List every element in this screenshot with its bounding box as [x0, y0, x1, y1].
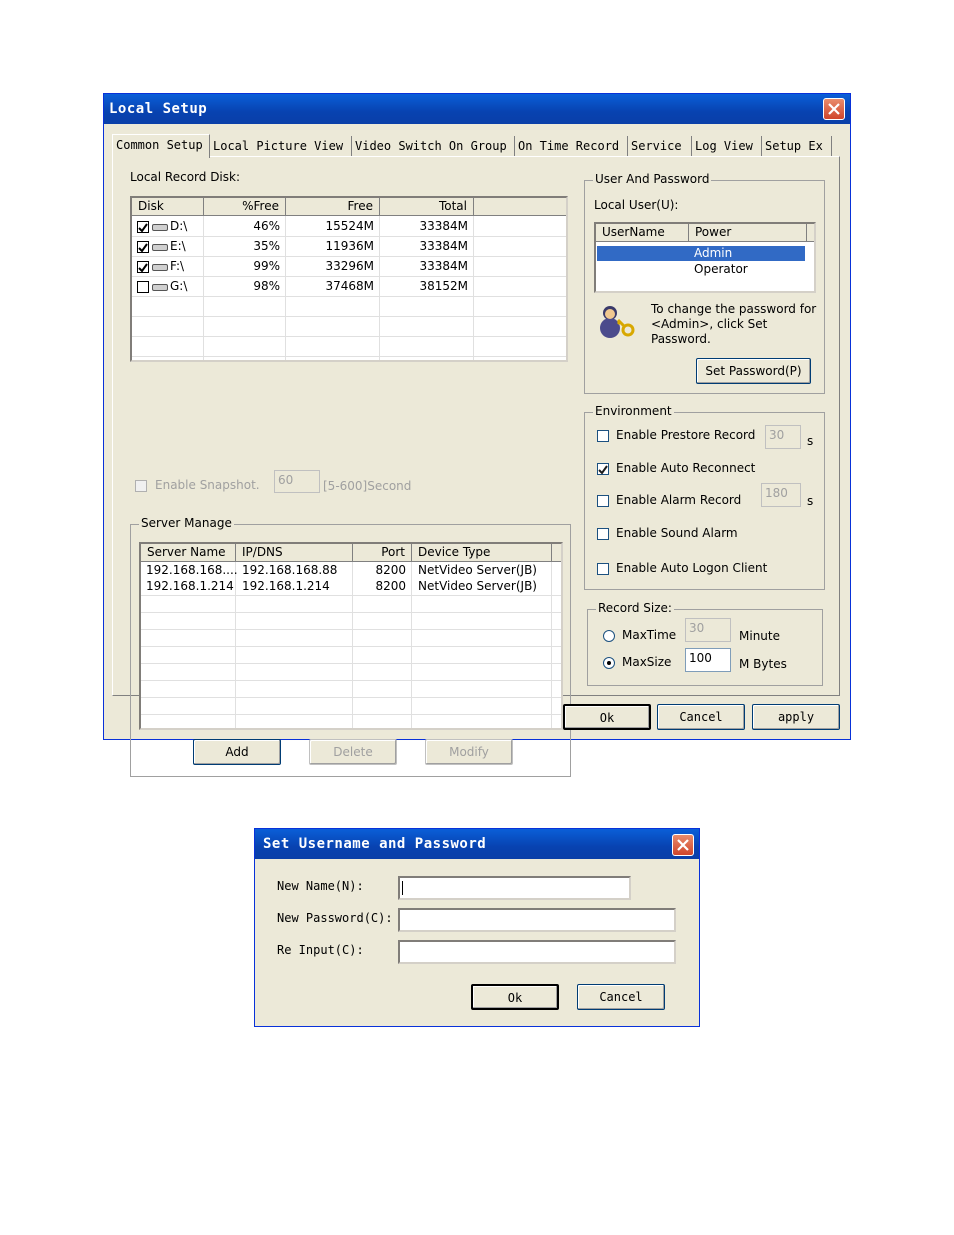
tab-setup-ex[interactable]: Setup Ex — [762, 136, 832, 156]
record-size-label: Record Size: — [596, 601, 674, 615]
local-user-label: Local User(U): — [594, 198, 679, 212]
user-password-group: User And Password Local User(U): UserNam… — [584, 172, 825, 394]
close-icon[interactable] — [823, 98, 845, 120]
enable-sound-alarm-checkbox[interactable] — [597, 528, 609, 540]
server-name-col-header[interactable]: Server Name — [141, 544, 236, 562]
server-list[interactable]: Server Name IP/DNS Port Device Type 192.… — [139, 542, 563, 730]
ok-button[interactable]: Ok — [471, 984, 559, 1010]
username-col-header[interactable]: UserName — [596, 224, 689, 242]
snapshot-seconds-input[interactable]: 60 — [274, 470, 320, 493]
disk-col-header[interactable]: Disk — [132, 198, 204, 216]
device-type-col-header[interactable]: Device Type — [412, 544, 552, 562]
server-manage-label: Server Manage — [139, 516, 234, 530]
new-name-input[interactable] — [398, 876, 631, 900]
alarm-record-seconds-input[interactable]: 180 — [761, 483, 801, 507]
alarm-record-unit-label: s — [807, 494, 814, 508]
users-key-icon — [598, 304, 638, 340]
power-col-header[interactable]: Power — [689, 224, 807, 242]
new-password-label: New Password(C): — [277, 911, 393, 925]
port-col-header[interactable]: Port — [353, 544, 412, 562]
tab-service[interactable]: Service — [628, 136, 692, 156]
close-icon[interactable] — [672, 834, 694, 856]
drive-icon — [152, 284, 168, 291]
disk-checkbox-d[interactable] — [137, 221, 149, 233]
add-server-button[interactable]: Add — [193, 739, 281, 765]
tab-on-time-record[interactable]: On Time Record — [515, 136, 628, 156]
user-row-operator[interactable]: Operator — [597, 262, 805, 277]
drive-icon — [152, 264, 168, 271]
enable-auto-logon-checkbox[interactable] — [597, 563, 609, 575]
enable-alarm-record-label: Enable Alarm Record — [616, 493, 742, 507]
maxtime-label: MaxTime — [622, 628, 677, 642]
enable-auto-logon-label: Enable Auto Logon Client — [616, 561, 768, 575]
enable-auto-reconnect-checkbox[interactable] — [597, 463, 609, 475]
record-size-group: Record Size: MaxTime 30 Minute MaxSize 1… — [587, 601, 823, 686]
set-username-password-dialog: Set Username and Password New Name(N): N… — [254, 828, 700, 1027]
maxtime-unit-label: Minute — [739, 629, 780, 643]
dialog-title: Set Username and Password — [263, 836, 487, 852]
free-col-header[interactable]: Free — [286, 198, 380, 216]
drive-icon — [152, 244, 168, 251]
empty-col-header — [807, 224, 814, 242]
enable-snapshot-checkbox[interactable] — [135, 480, 147, 492]
new-name-label: New Name(N): — [277, 879, 364, 893]
tab-panel-common-setup: Local Record Disk: Disk %Free Free Total… — [112, 156, 840, 777]
tab-common-setup[interactable]: Common Setup — [112, 134, 210, 158]
modify-server-button[interactable]: Modify — [425, 739, 513, 765]
prestore-seconds-input[interactable]: 30 — [765, 425, 801, 449]
enable-auto-reconnect-label: Enable Auto Reconnect — [616, 461, 756, 475]
new-password-input[interactable] — [398, 908, 676, 932]
user-row-admin[interactable]: Admin — [597, 246, 805, 261]
server-manage-group: Server Manage Server Name IP/DNS Port De… — [130, 516, 571, 777]
enable-snapshot-label: Enable Snapshot. — [155, 478, 260, 492]
maxtime-radio[interactable] — [603, 630, 615, 642]
maxsize-input[interactable]: 100 — [685, 648, 731, 672]
title-bar: Set Username and Password — [255, 829, 699, 859]
ok-button[interactable]: Ok — [563, 704, 651, 730]
window-title: Local Setup — [109, 101, 208, 117]
tab-log-view[interactable]: Log View — [692, 136, 762, 156]
total-col-header[interactable]: Total — [380, 198, 474, 216]
maxsize-label: MaxSize — [622, 655, 672, 669]
environment-group: Environment Enable Prestore Record 30 s … — [584, 404, 825, 590]
set-password-button[interactable]: Set Password(P) — [696, 358, 811, 384]
ip-dns-col-header[interactable]: IP/DNS — [236, 544, 353, 562]
snapshot-range-label: [5-600]Second — [323, 479, 412, 493]
disk-checkbox-g[interactable] — [137, 281, 149, 293]
delete-server-button[interactable]: Delete — [309, 739, 397, 765]
cancel-button[interactable]: Cancel — [577, 984, 665, 1010]
password-hint-text: To change the password for <Admin>, clic… — [651, 302, 817, 346]
maxtime-input[interactable]: 30 — [685, 618, 731, 642]
prestore-unit-label: s — [807, 434, 814, 448]
empty-col-header — [552, 544, 561, 562]
user-list[interactable]: UserName Power Admin Operator — [594, 222, 816, 293]
tab-local-picture-view[interactable]: Local Picture View — [210, 136, 352, 156]
drive-icon — [152, 224, 168, 231]
enable-sound-alarm-label: Enable Sound Alarm — [616, 526, 738, 540]
local-setup-window: Local Setup Common Setup Local Picture V… — [103, 93, 851, 777]
re-input-input[interactable] — [398, 940, 676, 964]
apply-button[interactable]: apply — [752, 704, 840, 730]
pctfree-col-header[interactable]: %Free — [204, 198, 286, 216]
enable-prestore-record-checkbox[interactable] — [597, 430, 609, 442]
enable-prestore-record-label: Enable Prestore Record — [616, 428, 756, 442]
disk-checkbox-e[interactable] — [137, 241, 149, 253]
user-password-label: User And Password — [593, 172, 712, 186]
disk-list[interactable]: Disk %Free Free Total D:\ 46% 15524M 333… — [130, 196, 568, 362]
disk-checkbox-f[interactable] — [137, 261, 149, 273]
empty-col-header — [474, 198, 566, 216]
maxsize-radio[interactable] — [603, 657, 615, 669]
local-record-disk-label: Local Record Disk: — [130, 170, 241, 184]
title-bar: Local Setup — [104, 94, 850, 124]
tab-video-switch-on-group[interactable]: Video Switch On Group — [352, 136, 515, 156]
re-input-label: Re Input(C): — [277, 943, 364, 957]
maxsize-unit-label: M Bytes — [739, 657, 787, 671]
cancel-button[interactable]: Cancel — [657, 704, 745, 730]
environment-label: Environment — [593, 404, 674, 418]
enable-alarm-record-checkbox[interactable] — [597, 495, 609, 507]
